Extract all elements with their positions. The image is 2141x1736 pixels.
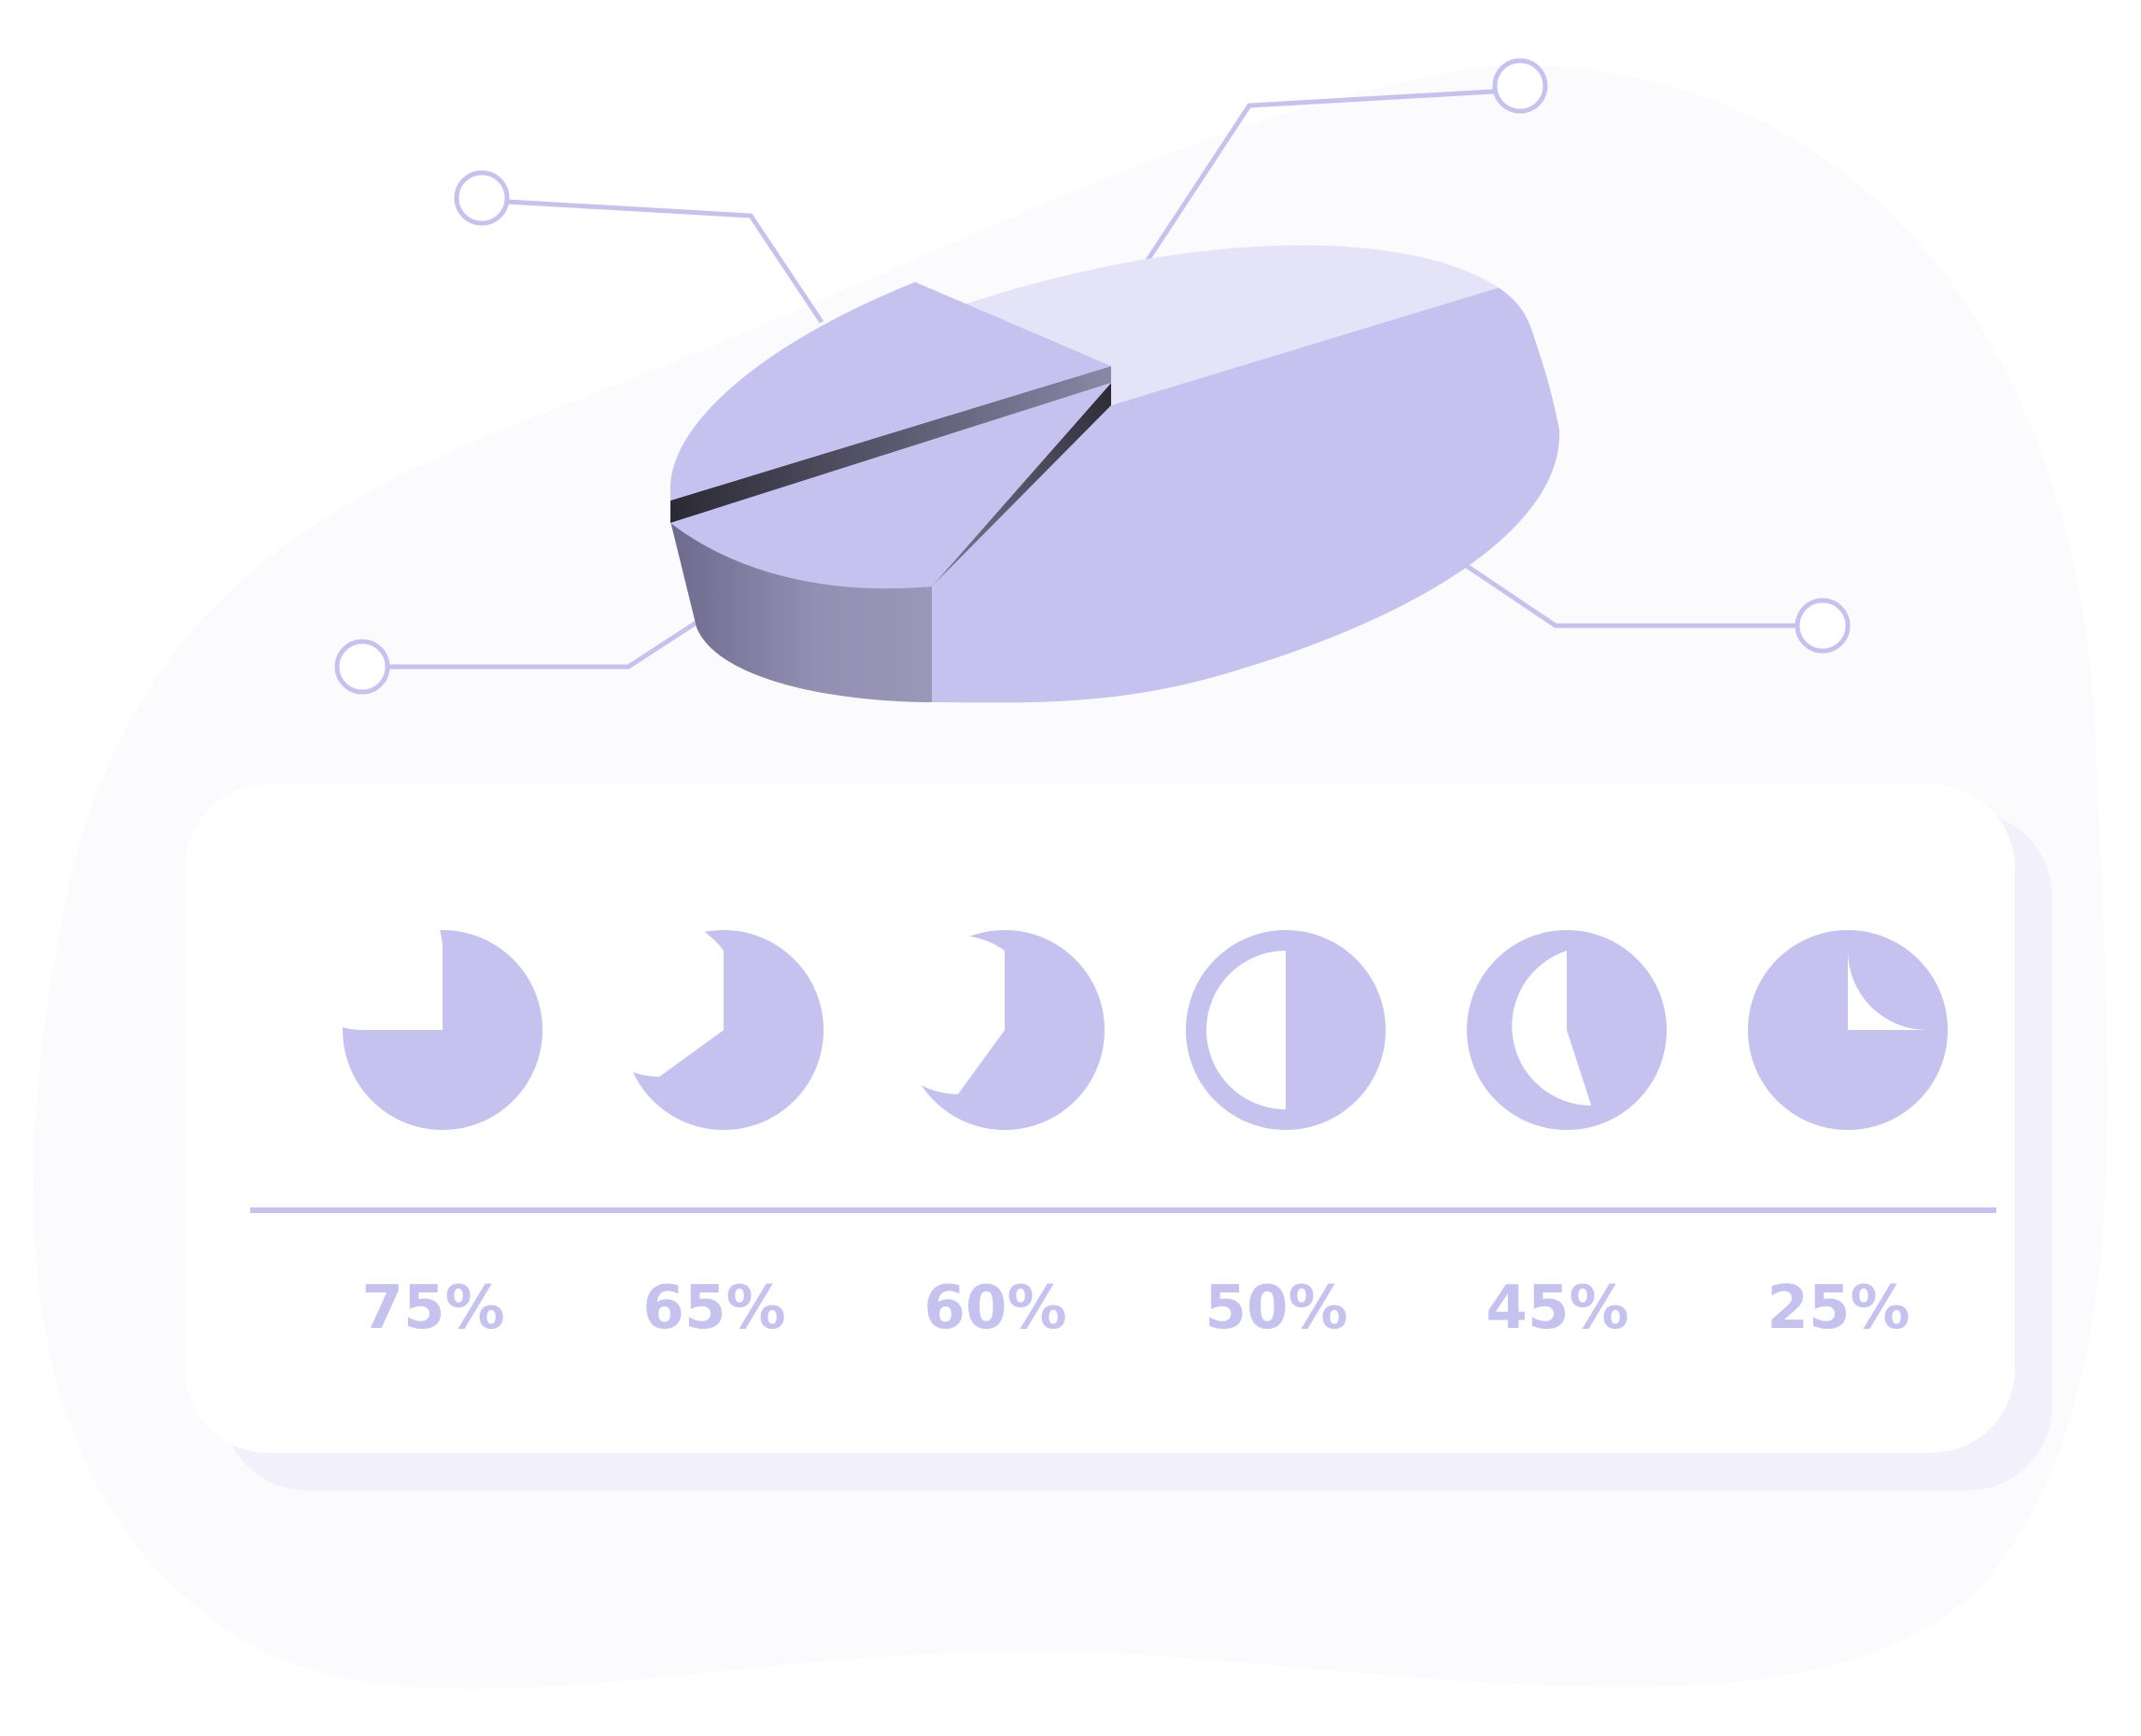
callout-line-top-left <box>506 199 824 324</box>
callout-node-icon <box>454 170 510 226</box>
dial-remaining-sector <box>284 871 443 1030</box>
callout-node-icon <box>1492 58 1548 114</box>
progress-dial <box>1467 930 1667 1130</box>
dial-value-label: 65% <box>642 1274 785 1343</box>
progress-dial <box>1748 930 1948 1130</box>
illustration: 75% 65% 60% 50% 45% 25% <box>33 58 2108 1689</box>
callout-node-icon <box>334 639 390 695</box>
callout-node-icon <box>1795 598 1851 654</box>
dial-value-label: 60% <box>923 1274 1066 1343</box>
dial-value-label: 25% <box>1767 1274 1909 1343</box>
progress-dial <box>1186 930 1386 1130</box>
dial-value-label: 50% <box>1204 1274 1347 1343</box>
dial-value-label: 75% <box>361 1274 504 1343</box>
dials-card <box>185 784 2052 1490</box>
dial-value-label: 45% <box>1486 1274 1628 1343</box>
